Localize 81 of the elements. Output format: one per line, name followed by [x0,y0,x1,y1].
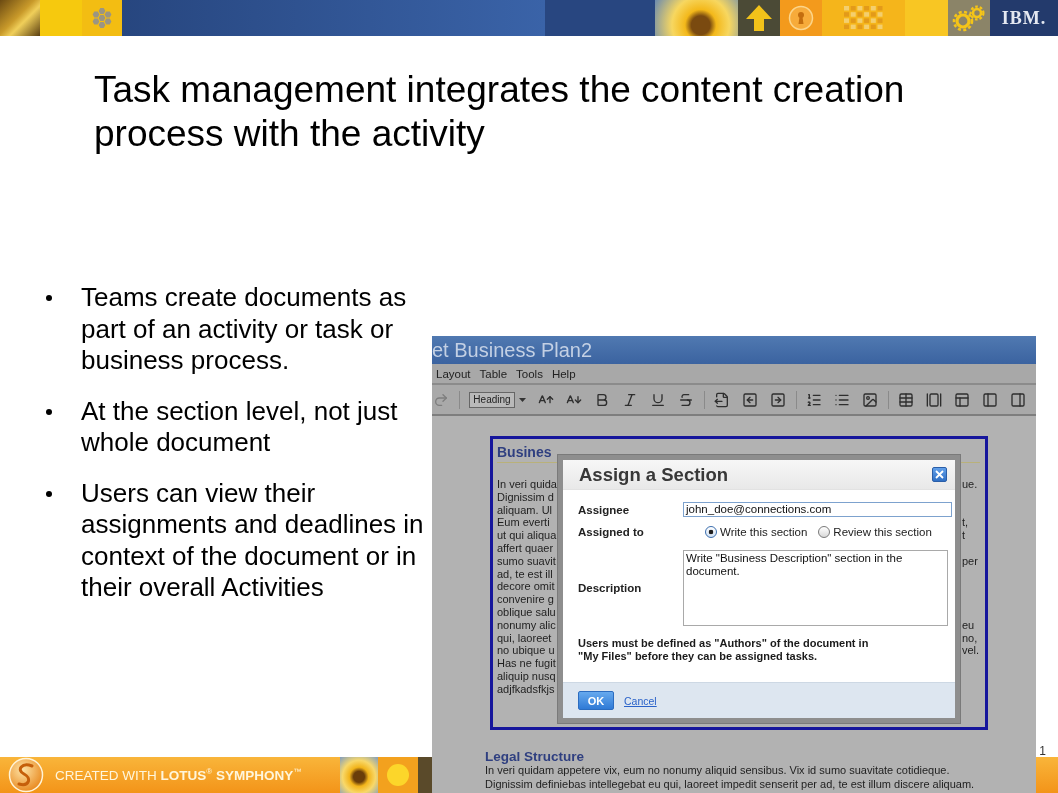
panel-right-icon[interactable] [1010,391,1026,408]
window-title: et Business Plan2 [432,338,593,362]
bullet-icon [46,490,52,497]
bold-icon[interactable] [594,391,610,408]
numbered-list-icon[interactable] [806,391,822,408]
credit-text: CREATED WITH LOTUS$^{®}$ SYMPHONY$^{™}$ [55,767,303,783]
dialog-title: Assign a Section [579,463,729,486]
body-text: no ubique u [497,644,555,658]
photo-placeholder [0,0,40,36]
italic-icon[interactable] [622,391,638,408]
body-text: In veri quidam appetere vix, eum no nonumy aliquid sensibus. Vix id sumo suavitate cotidieque. [485,764,950,778]
arrow-up-icon [744,4,774,32]
close-button[interactable] [932,467,947,482]
bullet-icon [46,408,52,415]
gallery-icon[interactable] [926,391,942,408]
body-text: no, [962,631,978,645]
style-select[interactable]: Heading [469,391,515,408]
body-text: Dignissim d [497,490,554,504]
caret-icon[interactable] [519,397,526,402]
field-label: Description [578,582,642,594]
section-heading: Busines [497,444,552,460]
menu-item[interactable]: Layout [436,367,471,380]
underline-icon[interactable] [650,391,666,408]
table-icon[interactable] [898,391,914,408]
body-text: vel. [962,644,980,658]
photo-placeholder [340,757,378,793]
body-text: per [962,554,978,568]
body-text: aliquip nusq [497,669,556,683]
square-arrow-right-icon[interactable] [770,391,786,408]
document-arrow-icon[interactable] [714,391,730,408]
image-icon[interactable] [862,391,878,408]
assignee-field[interactable]: john_doe@connections.com [683,502,952,517]
body-text: aliquam. Ul [497,503,553,517]
body-text: Has ne fugit [497,657,556,670]
bullet-icon [46,295,52,301]
banner-tile [905,0,948,36]
note-text: Users must be defined as "Authors" of the document in "My Files" before they can be assigned tasks. [578,637,870,663]
strikethrough-icon[interactable] [678,391,694,408]
body-text: affert quaer [497,542,554,555]
body-text: Eum everti [497,516,550,530]
body-text: Dignissim definiebas intellegebat eu qui, laoreet impedit senserit per ad, te est illum discere aliquam. [485,777,975,791]
bullet-text: Users can view their assignments and deadlines in context of the document or in their overall Activities [81,477,425,604]
menu-item[interactable]: Help [551,367,576,380]
close-icon [935,470,944,479]
slide-title: Task management integrates the content creation process with the activity [94,68,906,156]
body-text: adjfkadsfkjs [497,682,555,696]
panel-left-icon[interactable] [982,391,998,408]
field-label: Assignee [578,503,630,516]
body-text: qui, laoreet [497,631,552,645]
body-text: eu [962,618,975,632]
banner-tile [418,757,432,793]
body-text: decore omit [497,580,555,594]
body-text: ut qui aliqua [497,529,557,542]
panel-layout-icon[interactable] [954,391,970,408]
field-label: Assigned to [578,525,644,538]
body-text: t, [962,516,969,530]
section-heading: Legal Structure [485,749,585,764]
radio-option[interactable]: Review this section [818,525,932,538]
keyhole-icon [788,5,814,31]
description-field[interactable]: Write "Business Description" section in the document. [683,550,948,626]
body-text: oblique salu [497,605,556,619]
body-text: convenire g [497,593,554,606]
circle-icon [387,764,409,786]
body-text: In veri quida [497,478,557,491]
body-text: sumo suavit [497,554,556,568]
radio-option[interactable]: Write this section [705,525,808,538]
radio-icon[interactable] [818,525,831,538]
bullet-text: Teams create documents as part of an activity or task or business process. [81,282,408,377]
body-text: nonumy alic [497,618,556,632]
radio-icon[interactable] [705,525,717,538]
dot-grid-icon [843,6,884,30]
square-arrow-left-icon[interactable] [742,391,758,408]
brand-logo: IBM. [1001,7,1047,29]
body-text: ue. [962,478,978,491]
cancel-link[interactable]: Cancel [624,694,657,707]
menu-item[interactable]: Tools [516,367,543,380]
body-text: t [962,529,966,542]
menu-item[interactable]: Table [479,367,508,380]
body-text: ad, te est ill [497,567,553,581]
bullet-text: At the section level, not just whole document [81,395,399,459]
page-number: 1 [1039,744,1046,758]
